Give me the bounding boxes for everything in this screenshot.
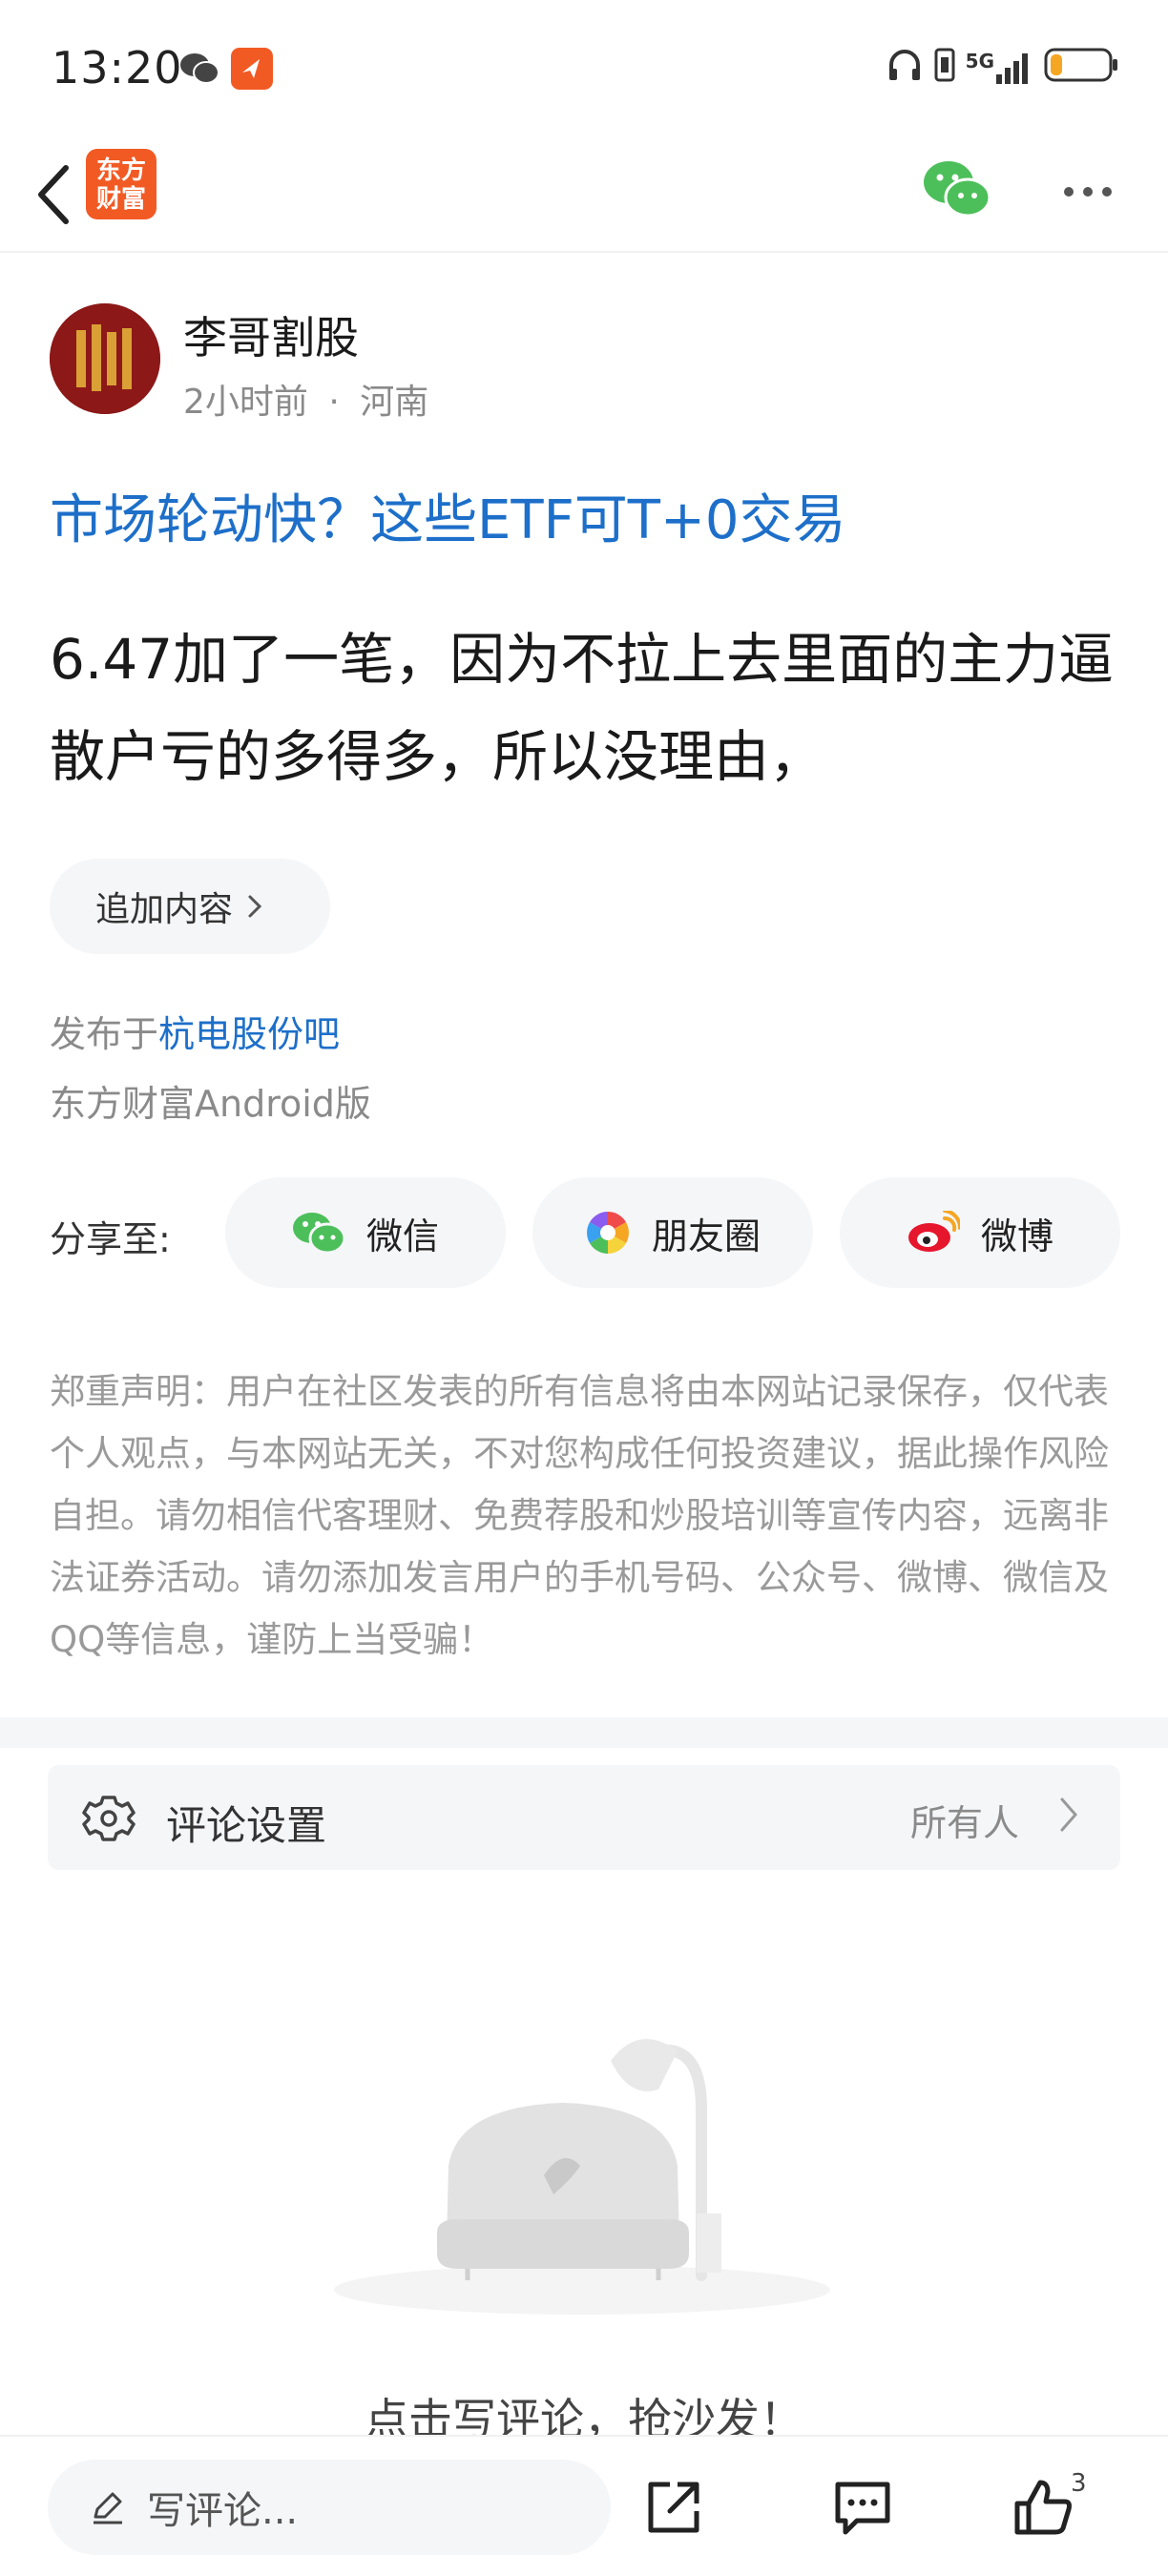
wechat-icon (179, 52, 219, 90)
comments-button[interactable] (824, 2469, 901, 2545)
headphones-icon (886, 46, 924, 88)
meta-separator: · (328, 383, 340, 422)
logo-text-line2: 财富 (95, 185, 146, 214)
app-logo[interactable]: 东方 财富 (86, 149, 156, 219)
author-location: 河南 (360, 383, 429, 422)
dot (1064, 187, 1074, 197)
comment-settings-value: 所有人 (909, 1802, 1019, 1844)
status-time: 13:20 (52, 42, 183, 93)
back-button[interactable] (19, 154, 86, 236)
thumbs-up-icon (1014, 2480, 1072, 2535)
append-content-button[interactable]: 追加内容 (50, 859, 330, 954)
battery-icon (1044, 46, 1120, 88)
dot (1102, 187, 1112, 197)
share-wechat-button[interactable]: 微信 (225, 1177, 506, 1288)
share-out-icon (648, 2482, 699, 2533)
write-comment-input[interactable]: 写评论... (48, 2460, 611, 2555)
share-weibo-label: 微博 (980, 1215, 1053, 1257)
author-name[interactable]: 李哥割股 (183, 303, 359, 366)
wechat-icon (924, 161, 991, 218)
empty-sofa-illustration (324, 2004, 840, 2318)
network-label: 5G (965, 50, 994, 73)
chevron-left-icon (38, 165, 69, 224)
weibo-icon (907, 1211, 960, 1252)
share-moments-label: 朋友圈 (651, 1215, 761, 1257)
client-info: 东方财富Android版 (50, 1083, 371, 1125)
post-time: 2小时前 (183, 383, 308, 422)
share-moments-button[interactable]: 朋友圈 (532, 1177, 813, 1288)
share-button[interactable] (636, 2469, 712, 2545)
comment-icon (835, 2482, 890, 2535)
comment-settings-row[interactable]: 评论设置 所有人 (48, 1765, 1120, 1870)
disclaimer: 郑重声明：用户在社区发表的所有信息将由本网站记录保存，仅代表个人观点，与本网站无… (50, 1371, 1109, 1660)
logo-text-line1: 东方 (95, 156, 146, 185)
vibrate-icon (933, 46, 956, 88)
post-title[interactable]: 市场轮动快？这些ETF可T+0交易 (50, 477, 846, 554)
comment-settings-label: 评论设置 (166, 1802, 327, 1849)
moments-icon (587, 1212, 629, 1254)
status-app-icons (179, 48, 273, 93)
chevron-right-icon (1060, 1797, 1077, 1832)
dot (1083, 187, 1093, 197)
bar-link[interactable]: 杭电股份吧 (158, 1013, 340, 1055)
top-nav: 东方 财富 (0, 138, 1168, 253)
bottom-bar: 写评论... 3 (0, 2435, 1168, 2576)
share-wechat-label: 微信 (365, 1215, 439, 1257)
pencil-icon (94, 2492, 122, 2524)
status-right: 5G (886, 46, 1120, 88)
gear-icon (82, 1796, 136, 1841)
section-divider (0, 1717, 1168, 1748)
wechat-icon (292, 1213, 345, 1255)
published-line: 发布于杭电股份吧 (50, 1005, 340, 1057)
signal-icon: 5G (966, 50, 1034, 84)
chevron-right-icon (248, 895, 262, 918)
post-body: 6.47加了一笔，因为不拉上去里面的主力逼散户亏的多得多，所以没理由， (50, 627, 1115, 789)
wechat-share-button[interactable] (922, 157, 992, 224)
like-count: 3 (1071, 2469, 1087, 2498)
author-avatar[interactable] (50, 303, 160, 414)
comment-placeholder: 写评论... (147, 2489, 299, 2533)
published-prefix: 发布于 (50, 1013, 159, 1055)
status-bar: 13:20 5G (0, 0, 1168, 138)
app-notification-icon (231, 48, 273, 93)
append-content-label: 追加内容 (95, 890, 234, 929)
share-label: 分享至: (50, 1218, 171, 1260)
more-options-button[interactable] (1050, 165, 1126, 218)
share-weibo-button[interactable]: 微博 (840, 1177, 1120, 1288)
author-meta: 2小时前 · 河南 (183, 374, 428, 424)
